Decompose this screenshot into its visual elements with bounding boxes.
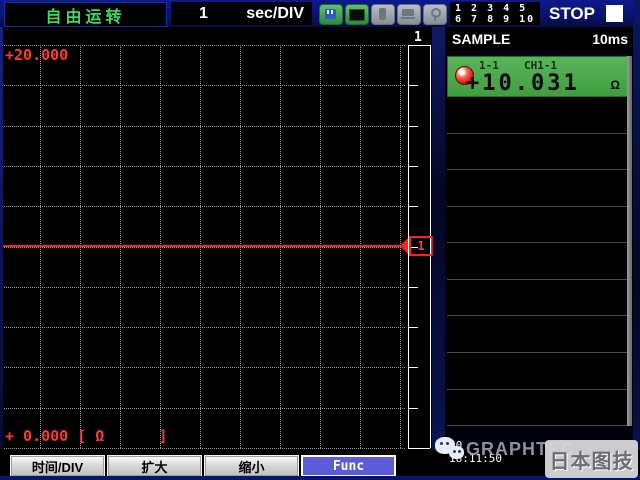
- grid-hline: [0, 287, 405, 288]
- wechat-icon: [435, 437, 467, 464]
- stop-indicator-square: [606, 5, 623, 22]
- internal-memory-icon: [345, 4, 369, 25]
- channel-row-empty[interactable]: [447, 97, 628, 134]
- panel-scrollbar[interactable]: [627, 56, 632, 426]
- wechat-bubble-small: [449, 446, 464, 459]
- key-head-glyph: [431, 8, 441, 18]
- scale-top-label: +20.000: [5, 46, 68, 64]
- scale-bottom-label: + 0.000 [ Ω ]: [5, 427, 168, 445]
- scale-tick: [408, 45, 430, 46]
- pc-base-glyph: [401, 17, 415, 19]
- waveform-trace-ch1: [0, 245, 405, 247]
- zoom-in-button[interactable]: 扩大: [107, 455, 202, 477]
- top-status-bar: 自由运转 1 sec/DIV: [0, 0, 640, 27]
- func-button[interactable]: Func: [301, 455, 396, 477]
- sample-rate-bar: SAMPLE 10ms: [445, 28, 635, 50]
- pc-link-icon: [397, 4, 421, 25]
- grid-hline: [0, 408, 405, 409]
- device-screen: 自由运转 1 sec/DIV: [0, 0, 640, 480]
- pc-monitor-glyph: [402, 9, 414, 16]
- channel-value: +10.031: [466, 71, 580, 96]
- sample-value: 10ms: [592, 31, 628, 47]
- key-lock-icon: [423, 4, 447, 25]
- channel-row-ch1[interactable]: 1-1 CH1-1 +10.031 Ω: [447, 56, 628, 97]
- sd-pin-2: [331, 10, 333, 14]
- zoom-out-button[interactable]: 缩小: [204, 455, 299, 477]
- channel-numbers-row2: 6 7 8 9 10: [455, 14, 540, 25]
- sd-card-icon: [319, 4, 343, 25]
- timebase-unit: sec/DIV: [246, 5, 304, 23]
- screen-bottom-edge: [0, 476, 640, 480]
- run-state-label: STOP: [549, 4, 595, 24]
- grid-hline: [0, 85, 405, 86]
- scale-tick: [408, 85, 418, 86]
- run-mode-indicator: 自由运转: [4, 2, 167, 27]
- scale-tick: [408, 408, 418, 409]
- grid-hline: [0, 448, 405, 449]
- sample-label: SAMPLE: [452, 31, 510, 47]
- usb-device-icon: [371, 4, 395, 25]
- grid-hline: [0, 126, 405, 127]
- channel-row-empty[interactable]: [447, 390, 628, 427]
- key-stem-glyph: [434, 15, 436, 21]
- plot-area: +20.000 + 0.000 [ Ω ] 1 1: [0, 27, 432, 450]
- brand-watermark-box: 日本图技: [545, 440, 638, 478]
- channel-number-grid: 1 2 3 4 5 6 7 8 9 10: [450, 2, 540, 25]
- memory-glyph: [349, 9, 365, 21]
- channel-row-empty[interactable]: [447, 134, 628, 171]
- scale-tick: [408, 327, 418, 328]
- channel-numbers-row1: 1 2 3 4 5: [455, 3, 540, 14]
- sd-pin-1: [327, 10, 329, 14]
- channel-value-panel: 1-1 CH1-1 +10.031 Ω: [447, 56, 628, 426]
- channel-row-empty[interactable]: [447, 207, 628, 244]
- timebase-indicator: 1 sec/DIV: [171, 2, 312, 25]
- scale-channel-number: 1: [414, 30, 422, 45]
- run-mode-label: 自由运转: [45, 3, 125, 27]
- scale-tick: [408, 166, 418, 167]
- screen-mid-divider: [432, 27, 445, 450]
- scale-tick: [408, 206, 418, 207]
- grid-hline: [0, 206, 405, 207]
- channel-row-empty[interactable]: [447, 243, 628, 280]
- status-icon-row: [319, 4, 447, 25]
- channel-row-empty[interactable]: [447, 353, 628, 390]
- screen-left-edge: [0, 27, 3, 450]
- empty-channel-rows: [447, 97, 628, 426]
- scale-tick: [408, 287, 418, 288]
- grid-hline: [0, 327, 405, 328]
- channel-unit: Ω: [610, 78, 620, 92]
- channel-marker-arrow: [400, 238, 408, 254]
- timebase-value: 1: [199, 5, 208, 23]
- scale-tick: [408, 126, 418, 127]
- timediv-button[interactable]: 时间/DIV: [10, 455, 105, 477]
- channel-row-empty[interactable]: [447, 280, 628, 317]
- screen-right-edge: [633, 0, 640, 480]
- channel-marker-box: 1: [409, 236, 433, 256]
- scale-tick: [408, 367, 418, 368]
- brand-watermark-cn: 日本图技: [550, 445, 634, 474]
- channel-row-empty[interactable]: [447, 170, 628, 207]
- grid-hline: [0, 166, 405, 167]
- channel-row-empty[interactable]: [447, 316, 628, 353]
- grid-hline: [0, 367, 405, 368]
- usb-glyph: [379, 8, 386, 20]
- scale-tick: [408, 448, 430, 449]
